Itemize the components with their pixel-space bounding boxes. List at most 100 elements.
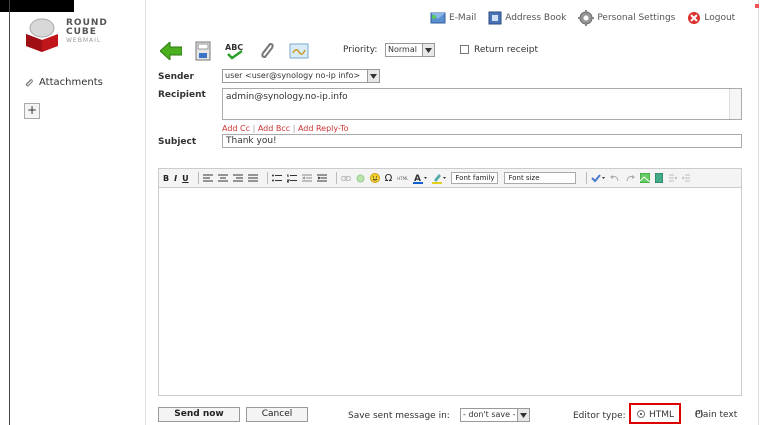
outdent-button[interactable] — [301, 174, 312, 183]
logo-text-2: CUBE — [66, 27, 97, 37]
editor-type-label: Editor type: — [573, 411, 626, 421]
font-size-value: Font size — [508, 174, 540, 182]
spellcheck-editor-button[interactable] — [591, 173, 606, 183]
bold-button[interactable]: B — [163, 174, 169, 183]
subject-input[interactable]: Thank you! — [222, 134, 742, 148]
logo-text-3: WEBMAIL — [66, 37, 102, 44]
sender-select[interactable]: user <user@synology no-ip info> — [222, 69, 380, 83]
font-family-value: Font family — [455, 174, 495, 182]
image-icon — [640, 173, 651, 183]
link-separator: | — [252, 124, 256, 133]
undo-icon — [610, 174, 619, 181]
indent-button[interactable] — [316, 174, 327, 183]
anchor-icon — [356, 174, 365, 182]
cube-logo-icon — [26, 18, 58, 52]
nav-email-label: E-Mail — [449, 13, 477, 23]
ltr-button[interactable] — [668, 174, 678, 182]
spellcheck-button[interactable]: ABC — [222, 39, 248, 63]
recipient-value: admin@synology.no-ip.info — [226, 92, 348, 102]
outdent-icon — [301, 174, 312, 181]
add-replyto-link[interactable]: Add Reply-To — [298, 124, 349, 133]
align-center-icon — [217, 174, 228, 181]
send-now-button[interactable]: Send now — [158, 407, 240, 422]
toolbar-separator — [266, 172, 268, 184]
numbered-list-button[interactable] — [286, 174, 297, 183]
attachments-label: Attachments — [39, 77, 103, 88]
nav-addressbook[interactable]: Address Book — [488, 11, 566, 25]
return-receipt-label: Return receipt — [474, 45, 538, 55]
cancel-button[interactable]: Cancel — [246, 407, 308, 422]
unlink-button[interactable] — [356, 174, 365, 183]
special-char-button[interactable]: Ω — [385, 173, 393, 184]
signature-icon — [289, 43, 309, 59]
insert-media-button[interactable] — [655, 173, 664, 183]
top-black-bar — [0, 0, 74, 12]
compose-toolbar: ABC — [158, 38, 318, 64]
nav-logout[interactable]: Logout — [687, 11, 735, 25]
media-icon — [655, 173, 664, 183]
roundcube-logo[interactable]: ROUND CUBE WEBMAIL — [22, 18, 122, 52]
save-icon — [195, 41, 211, 61]
ltr-icon — [669, 174, 678, 182]
redo-icon — [626, 174, 636, 181]
html-source-button[interactable]: HTML — [397, 176, 408, 181]
align-left-icon — [202, 174, 213, 181]
paperclip-icon — [261, 42, 274, 59]
save-sent-select[interactable]: - don't save - — [460, 408, 530, 422]
corner-mark — [755, 4, 759, 8]
text-color-button[interactable]: A — [413, 173, 428, 184]
recipient-scrollbar[interactable] — [729, 89, 741, 119]
bullet-list-button[interactable] — [271, 174, 282, 183]
return-receipt-checkbox[interactable] — [460, 45, 469, 54]
font-size-select[interactable]: Font size — [504, 172, 577, 184]
nav-settings[interactable]: Personal Settings — [578, 10, 675, 26]
chevron-down-icon — [422, 44, 434, 56]
font-family-select[interactable]: Font family — [451, 172, 499, 184]
link-separator: | — [292, 124, 296, 133]
redo-button[interactable] — [625, 174, 636, 183]
priority-label: Priority: — [343, 45, 378, 55]
emoticons-button[interactable] — [369, 173, 380, 183]
plain-text-radio-label: Plain text — [695, 410, 738, 420]
editor-toolbar: B I U Ω HTML A Font family Font size — [158, 168, 742, 188]
rtl-icon — [682, 174, 691, 182]
nav-settings-label: Personal Settings — [597, 13, 676, 23]
align-left-button[interactable] — [202, 174, 213, 183]
smiley-icon — [369, 173, 380, 183]
rtl-button[interactable] — [682, 174, 691, 182]
align-justify-button[interactable] — [247, 174, 258, 183]
add-header-links: Add Cc | Add Bcc | Add Reply-To — [222, 124, 349, 133]
undo-button[interactable] — [610, 174, 620, 183]
link-button[interactable] — [340, 174, 351, 183]
align-right-button[interactable] — [232, 174, 243, 183]
html-radio[interactable] — [637, 410, 645, 418]
insert-signature-button[interactable] — [286, 39, 312, 63]
left-border — [9, 0, 10, 425]
save-sent-label: Save sent message in: — [348, 411, 450, 421]
spellcheck-icon — [591, 173, 606, 182]
underline-button[interactable]: U — [182, 174, 189, 183]
bg-color-button[interactable] — [432, 173, 447, 184]
save-draft-button[interactable] — [190, 39, 216, 63]
add-cc-link[interactable]: Add Cc — [222, 124, 250, 133]
top-navigation: E-Mail Address Book Personal Settings Lo… — [430, 8, 747, 28]
add-attachment-button[interactable]: + — [24, 103, 40, 119]
logout-icon — [688, 12, 701, 24]
nav-email[interactable]: E-Mail — [430, 11, 476, 25]
align-center-button[interactable] — [217, 174, 228, 183]
message-body-editor[interactable] — [158, 188, 742, 396]
paperclip-icon — [25, 78, 33, 87]
save-sent-value: - don't save - — [463, 410, 516, 419]
insert-image-button[interactable] — [640, 173, 651, 183]
link-icon — [340, 175, 351, 181]
chevron-down-icon — [517, 409, 529, 421]
priority-select[interactable]: Normal — [385, 43, 435, 57]
attach-button[interactable] — [254, 39, 280, 63]
numbered-list-icon — [286, 174, 297, 182]
add-bcc-link[interactable]: Add Bcc — [258, 124, 290, 133]
nav-logout-label: Logout — [704, 13, 736, 23]
sender-value: user <user@synology no-ip info> — [225, 71, 361, 80]
italic-button[interactable]: I — [174, 174, 177, 183]
recipient-input[interactable]: admin@synology.no-ip.info — [222, 88, 742, 120]
back-button[interactable] — [158, 39, 184, 63]
